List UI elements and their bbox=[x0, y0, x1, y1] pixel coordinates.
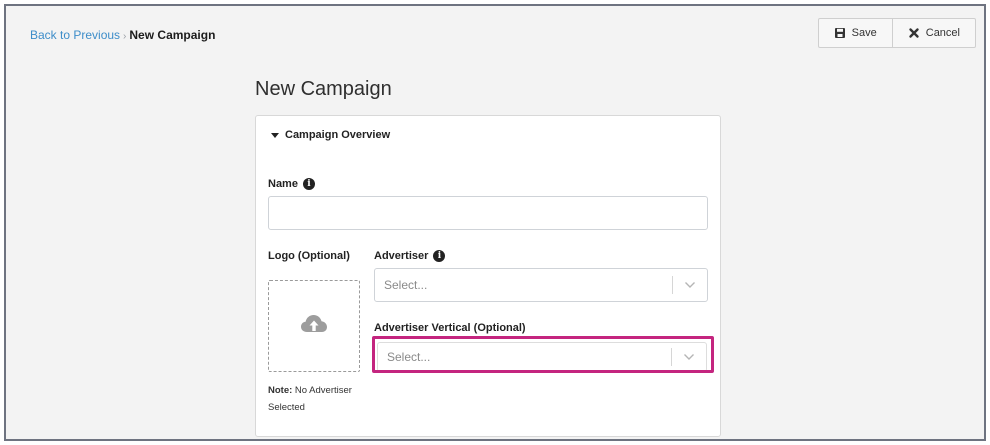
campaign-overview-card: Campaign Overview Name i Logo (Optional)… bbox=[255, 115, 721, 437]
advertiser-select[interactable]: Select... bbox=[374, 268, 708, 302]
advertiser-placeholder: Select... bbox=[384, 278, 428, 292]
upload-cloud-icon bbox=[300, 312, 328, 341]
advertiser-label: Advertiser bbox=[374, 250, 429, 262]
section-title: Campaign Overview bbox=[285, 129, 391, 141]
cancel-icon bbox=[908, 27, 920, 39]
caret-down-icon bbox=[271, 132, 279, 138]
back-to-previous-link[interactable]: Back to Previous bbox=[30, 28, 120, 42]
advertiser-vertical-select[interactable]: Select... bbox=[377, 342, 707, 372]
app-frame: Back to Previous › New Campaign Save Can… bbox=[4, 4, 986, 441]
breadcrumb: Back to Previous › New Campaign bbox=[30, 28, 215, 42]
info-icon[interactable]: i bbox=[302, 178, 315, 190]
save-icon bbox=[834, 27, 846, 39]
cancel-button[interactable]: Cancel bbox=[891, 19, 975, 47]
section-toggle[interactable]: Campaign Overview bbox=[271, 129, 390, 141]
name-label-row: Name i bbox=[268, 178, 315, 190]
action-buttons: Save Cancel bbox=[817, 18, 976, 48]
info-icon[interactable]: i bbox=[433, 250, 446, 262]
name-label: Name bbox=[268, 178, 298, 190]
name-input[interactable] bbox=[268, 196, 708, 230]
save-label: Save bbox=[851, 27, 877, 39]
breadcrumb-separator: › bbox=[123, 31, 127, 42]
top-bar: Back to Previous › New Campaign Save Can… bbox=[6, 6, 984, 62]
advertiser-vertical-placeholder: Select... bbox=[387, 350, 431, 364]
page-title: New Campaign bbox=[255, 78, 392, 100]
save-button[interactable]: Save bbox=[819, 19, 892, 47]
cancel-label: Cancel bbox=[925, 27, 960, 39]
logo-upload[interactable] bbox=[268, 280, 360, 372]
chevron-down-icon[interactable] bbox=[673, 269, 707, 301]
breadcrumb-current: New Campaign bbox=[129, 28, 216, 42]
logo-label: Logo (Optional) bbox=[268, 250, 350, 262]
chevron-down-icon[interactable] bbox=[672, 343, 706, 371]
logo-note: Note: No Advertiser Selected bbox=[268, 382, 368, 416]
advertiser-vertical-label: Advertiser Vertical (Optional) bbox=[374, 322, 526, 334]
advertiser-label-row: Advertiser i bbox=[374, 250, 446, 262]
note-label: Note: bbox=[268, 385, 293, 396]
